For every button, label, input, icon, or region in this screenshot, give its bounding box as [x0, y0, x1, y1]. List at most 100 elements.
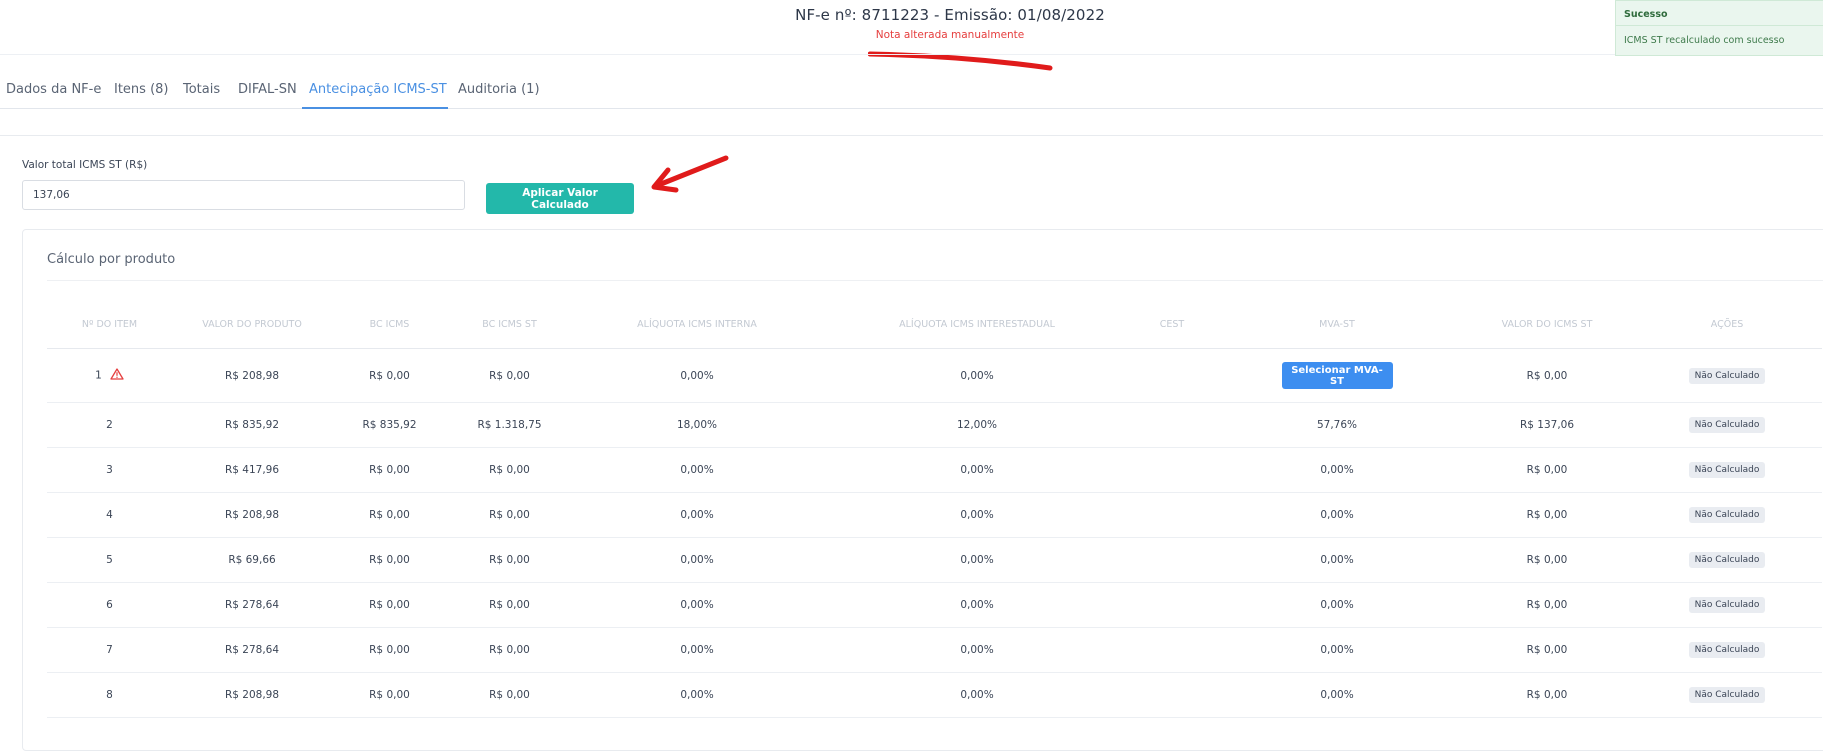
page-title: NF-e nº: 8711223 - Emissão: 01/08/2022	[795, 6, 1105, 24]
tab-bar: Dados da NF-e Itens (8) Totais DIFAL-SN …	[0, 74, 1823, 109]
table-row: 3 R$ 417,96 R$ 0,00 R$ 0,00 0,00% 0,00% …	[47, 447, 1822, 493]
bc-icms-st-cell: R$ 1.318,75	[447, 402, 572, 448]
cest-cell	[1132, 627, 1212, 673]
icms-st-total-label: Valor total ICMS ST (R$)	[22, 159, 148, 171]
actions-cell: Não Calculado	[1632, 402, 1822, 448]
warning-triangle-icon[interactable]	[110, 368, 124, 383]
table-row: 6 R$ 278,64 R$ 0,00 R$ 0,00 0,00% 0,00% …	[47, 582, 1822, 628]
manual-edit-notice: Nota alterada manualmente	[875, 29, 1025, 41]
cest-cell	[1132, 582, 1212, 628]
product-value-cell: R$ 208,98	[172, 672, 332, 718]
internal-rate-cell: 0,00%	[572, 537, 822, 583]
internal-rate-cell: 0,00%	[572, 447, 822, 493]
product-value-cell: R$ 208,98	[172, 492, 332, 538]
status-badge: Não Calculado	[1688, 597, 1766, 613]
item-number-cell: 8	[47, 672, 172, 718]
status-badge: Não Calculado	[1688, 417, 1766, 433]
mva-st-cell: 0,00%	[1212, 537, 1462, 583]
mva-st-cell: 57,76%	[1212, 402, 1462, 448]
cest-cell	[1132, 402, 1212, 448]
cest-cell	[1132, 492, 1212, 538]
tab-totais[interactable]: Totais	[183, 82, 220, 97]
icms-st-value-cell: R$ 0,00	[1462, 627, 1632, 673]
interstate-rate-cell: 0,00%	[822, 582, 1132, 628]
interstate-rate-cell: 12,00%	[822, 402, 1132, 448]
success-toast[interactable]: Sucesso ICMS ST recalculado com sucesso	[1615, 0, 1823, 56]
actions-cell: Não Calculado	[1632, 627, 1822, 673]
col-header-internal-rate: ALÍQUOTA ICMS INTERNA	[572, 300, 822, 349]
tab-antecipacao-icms-st[interactable]: Antecipação ICMS-ST	[309, 82, 447, 97]
status-badge: Não Calculado	[1688, 687, 1766, 703]
product-value-cell: R$ 69,66	[172, 537, 332, 583]
header-divider	[0, 54, 1823, 55]
col-header-bc-icms-st: BC ICMS ST	[447, 300, 572, 349]
status-badge: Não Calculado	[1688, 367, 1766, 384]
select-mva-st-button[interactable]: Selecionar MVA-ST	[1281, 362, 1393, 389]
item-number-cell: 1	[47, 348, 172, 403]
table-row: 4 R$ 208,98 R$ 0,00 R$ 0,00 0,00% 0,00% …	[47, 492, 1822, 538]
col-header-interstate-rate: ALÍQUOTA ICMS INTERESTADUAL	[822, 300, 1132, 349]
col-header-bc-icms: BC ICMS	[332, 300, 447, 349]
table-row: 8 R$ 208,98 R$ 0,00 R$ 0,00 0,00% 0,00% …	[47, 672, 1822, 718]
icms-st-value-cell: R$ 0,00	[1462, 537, 1632, 583]
icms-st-value-cell: R$ 137,06	[1462, 402, 1632, 448]
cest-cell	[1132, 537, 1212, 583]
item-number-cell: 2	[47, 402, 172, 448]
icms-st-total-input[interactable]	[22, 180, 465, 210]
bc-icms-cell: R$ 0,00	[332, 447, 447, 493]
card-title: Cálculo por produto	[47, 252, 176, 267]
bc-icms-cell: R$ 0,00	[332, 492, 447, 538]
bc-icms-st-cell: R$ 0,00	[447, 447, 572, 493]
tab-itens[interactable]: Itens (8)	[114, 82, 169, 97]
table-row: 7 R$ 278,64 R$ 0,00 R$ 0,00 0,00% 0,00% …	[47, 627, 1822, 673]
bc-icms-cell: R$ 0,00	[332, 672, 447, 718]
product-value-cell: R$ 417,96	[172, 447, 332, 493]
section-divider	[0, 135, 1823, 136]
bc-icms-st-cell: R$ 0,00	[447, 348, 572, 403]
active-tab-indicator	[302, 107, 448, 109]
actions-cell: Não Calculado	[1632, 537, 1822, 583]
table-row: 5 R$ 69,66 R$ 0,00 R$ 0,00 0,00% 0,00% 0…	[47, 537, 1822, 583]
item-number-cell: 3	[47, 447, 172, 493]
col-header-actions: AÇÕES	[1632, 300, 1822, 349]
tab-difal-sn[interactable]: DIFAL-SN	[238, 82, 297, 97]
actions-cell: Não Calculado	[1632, 492, 1822, 538]
icms-st-value-cell: R$ 0,00	[1462, 582, 1632, 628]
col-header-cest: CEST	[1132, 300, 1212, 349]
internal-rate-cell: 0,00%	[572, 582, 822, 628]
interstate-rate-cell: 0,00%	[822, 672, 1132, 718]
internal-rate-cell: 18,00%	[572, 402, 822, 448]
icms-st-value-cell: R$ 0,00	[1462, 447, 1632, 493]
icms-st-value-cell: R$ 0,00	[1462, 672, 1632, 718]
tab-dados-nfe[interactable]: Dados da NF-e	[6, 82, 101, 97]
status-badge: Não Calculado	[1688, 552, 1766, 568]
icms-st-value-cell: R$ 0,00	[1462, 348, 1632, 403]
interstate-rate-cell: 0,00%	[822, 627, 1132, 673]
status-badge: Não Calculado	[1688, 507, 1766, 523]
mva-st-cell: 0,00%	[1212, 492, 1462, 538]
internal-rate-cell: 0,00%	[572, 672, 822, 718]
table-row: 2 R$ 835,92 R$ 835,92 R$ 1.318,75 18,00%…	[47, 402, 1822, 448]
tab-auditoria[interactable]: Auditoria (1)	[458, 82, 540, 97]
mva-st-cell: 0,00%	[1212, 672, 1462, 718]
calculation-table: Nº DO ITEM VALOR DO PRODUTO BC ICMS BC I…	[47, 300, 1822, 718]
interstate-rate-cell: 0,00%	[822, 492, 1132, 538]
table-row: 1 R$ 208,98 R$ 0,00 R$ 0,00 0,00% 0,00% …	[47, 348, 1822, 403]
apply-calculated-value-button[interactable]: Aplicar Valor Calculado	[486, 183, 634, 214]
bc-icms-cell: R$ 0,00	[332, 582, 447, 628]
bc-icms-cell: R$ 0,00	[332, 348, 447, 403]
toast-title: Sucesso	[1624, 9, 1668, 20]
red-underline-annotation	[868, 51, 1053, 71]
status-badge: Não Calculado	[1688, 462, 1766, 478]
bc-icms-cell: R$ 835,92	[332, 402, 447, 448]
red-arrow-annotation	[651, 155, 729, 193]
bc-icms-st-cell: R$ 0,00	[447, 627, 572, 673]
item-number-cell: 4	[47, 492, 172, 538]
col-header-product-value: VALOR DO PRODUTO	[172, 300, 332, 349]
bc-icms-st-cell: R$ 0,00	[447, 492, 572, 538]
product-value-cell: R$ 835,92	[172, 402, 332, 448]
actions-cell: Não Calculado	[1632, 348, 1822, 403]
item-number-cell: 6	[47, 582, 172, 628]
bc-icms-st-cell: R$ 0,00	[447, 672, 572, 718]
toast-message: ICMS ST recalculado com sucesso	[1624, 35, 1785, 46]
